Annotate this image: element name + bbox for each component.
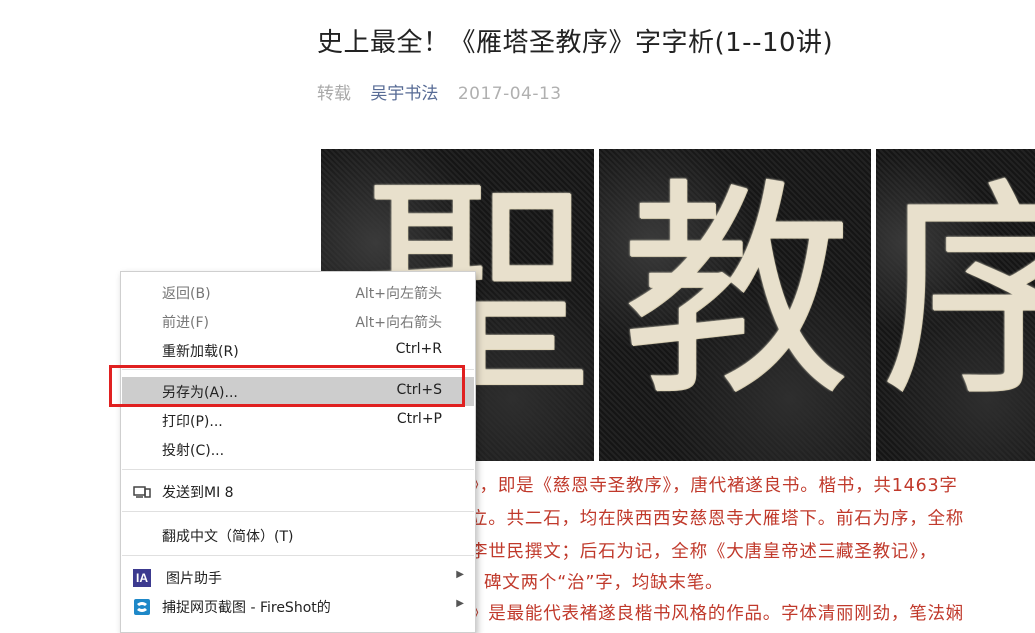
calligraphy-char: 教: [621, 160, 852, 427]
menu-item-image-helper[interactable]: IA 图片助手 ▶: [122, 563, 474, 592]
menu-item-label: 图片助手: [166, 571, 222, 587]
menu-item-label: 前进(F): [162, 315, 209, 331]
menu-separator: [122, 469, 474, 470]
menu-item-shortcut: Alt+向右箭头: [355, 315, 442, 331]
article-tag: 转载: [317, 84, 351, 104]
submenu-arrow-icon: ▶: [456, 569, 464, 580]
menu-item-send-to-device[interactable]: 发送到MI 8: [122, 477, 474, 506]
article-title: 史上最全！《雁塔圣教序》字字析(1--10讲): [317, 28, 834, 58]
devices-icon: [133, 483, 151, 501]
menu-item-shortcut: Ctrl+P: [396, 411, 442, 427]
menu-item-label: 发送到MI 8: [162, 485, 234, 501]
fireshot-icon: [133, 598, 151, 616]
menu-item-cast[interactable]: 投射(C)...: [122, 435, 474, 464]
context-menu: 返回(B) Alt+向左箭头 前进(F) Alt+向右箭头 重新加载(R) Ct…: [120, 271, 476, 633]
menu-item-label: 打印(P)...: [162, 414, 223, 430]
menu-item-back[interactable]: 返回(B) Alt+向左箭头: [122, 278, 474, 307]
menu-item-print[interactable]: 打印(P)... Ctrl+P: [122, 406, 474, 435]
calligraphy-image-3[interactable]: 序: [876, 149, 1035, 461]
calligraphy-image-2[interactable]: 教: [599, 149, 871, 461]
body-paragraph-line: 》，即是《慈恩寺圣教序》，唐代褚遂良书。楷书，共1463字: [470, 476, 958, 496]
body-paragraph-line: 碑文两个“治”字，均缺末笔。: [484, 573, 724, 593]
body-paragraph-line: 》是最能代表褚遂良楷书风格的作品。字体清丽刚劲，笔法娴: [470, 604, 965, 624]
menu-item-label: 返回(B): [162, 286, 211, 302]
body-paragraph-line: 李世民撰文；后石为记，全称《大唐皇帝述三藏圣教记》，: [470, 542, 938, 562]
ia-icon: IA: [133, 569, 151, 587]
body-paragraph-line: 立。共二石，均在陕西西安慈恩寺大雁塔下。前石为序，全称: [470, 509, 965, 529]
menu-item-label: 投射(C)...: [162, 443, 225, 459]
menu-item-shortcut: Ctrl+R: [395, 341, 442, 357]
highlight-annotation: [109, 365, 465, 407]
menu-item-label: 捕捉网页截图 - FireShot的: [162, 600, 331, 616]
menu-item-translate[interactable]: 翻成中文（简体）(T): [122, 521, 474, 550]
article-meta: 转载 吴宇书法 2017-04-13: [317, 79, 562, 104]
menu-item-shortcut: Alt+向左箭头: [355, 286, 442, 302]
menu-item-label: 重新加载(R): [162, 344, 239, 360]
menu-item-forward[interactable]: 前进(F) Alt+向右箭头: [122, 307, 474, 336]
submenu-arrow-icon: ▶: [456, 598, 464, 609]
publish-date: 2017-04-13: [457, 84, 562, 104]
menu-separator: [122, 555, 474, 556]
menu-item-label: 翻成中文（简体）(T): [162, 529, 294, 545]
calligraphy-char: 序: [880, 160, 1035, 427]
author-link[interactable]: 吴宇书法: [370, 84, 438, 104]
menu-separator: [122, 511, 474, 512]
menu-item-reload[interactable]: 重新加载(R) Ctrl+R: [122, 336, 474, 365]
